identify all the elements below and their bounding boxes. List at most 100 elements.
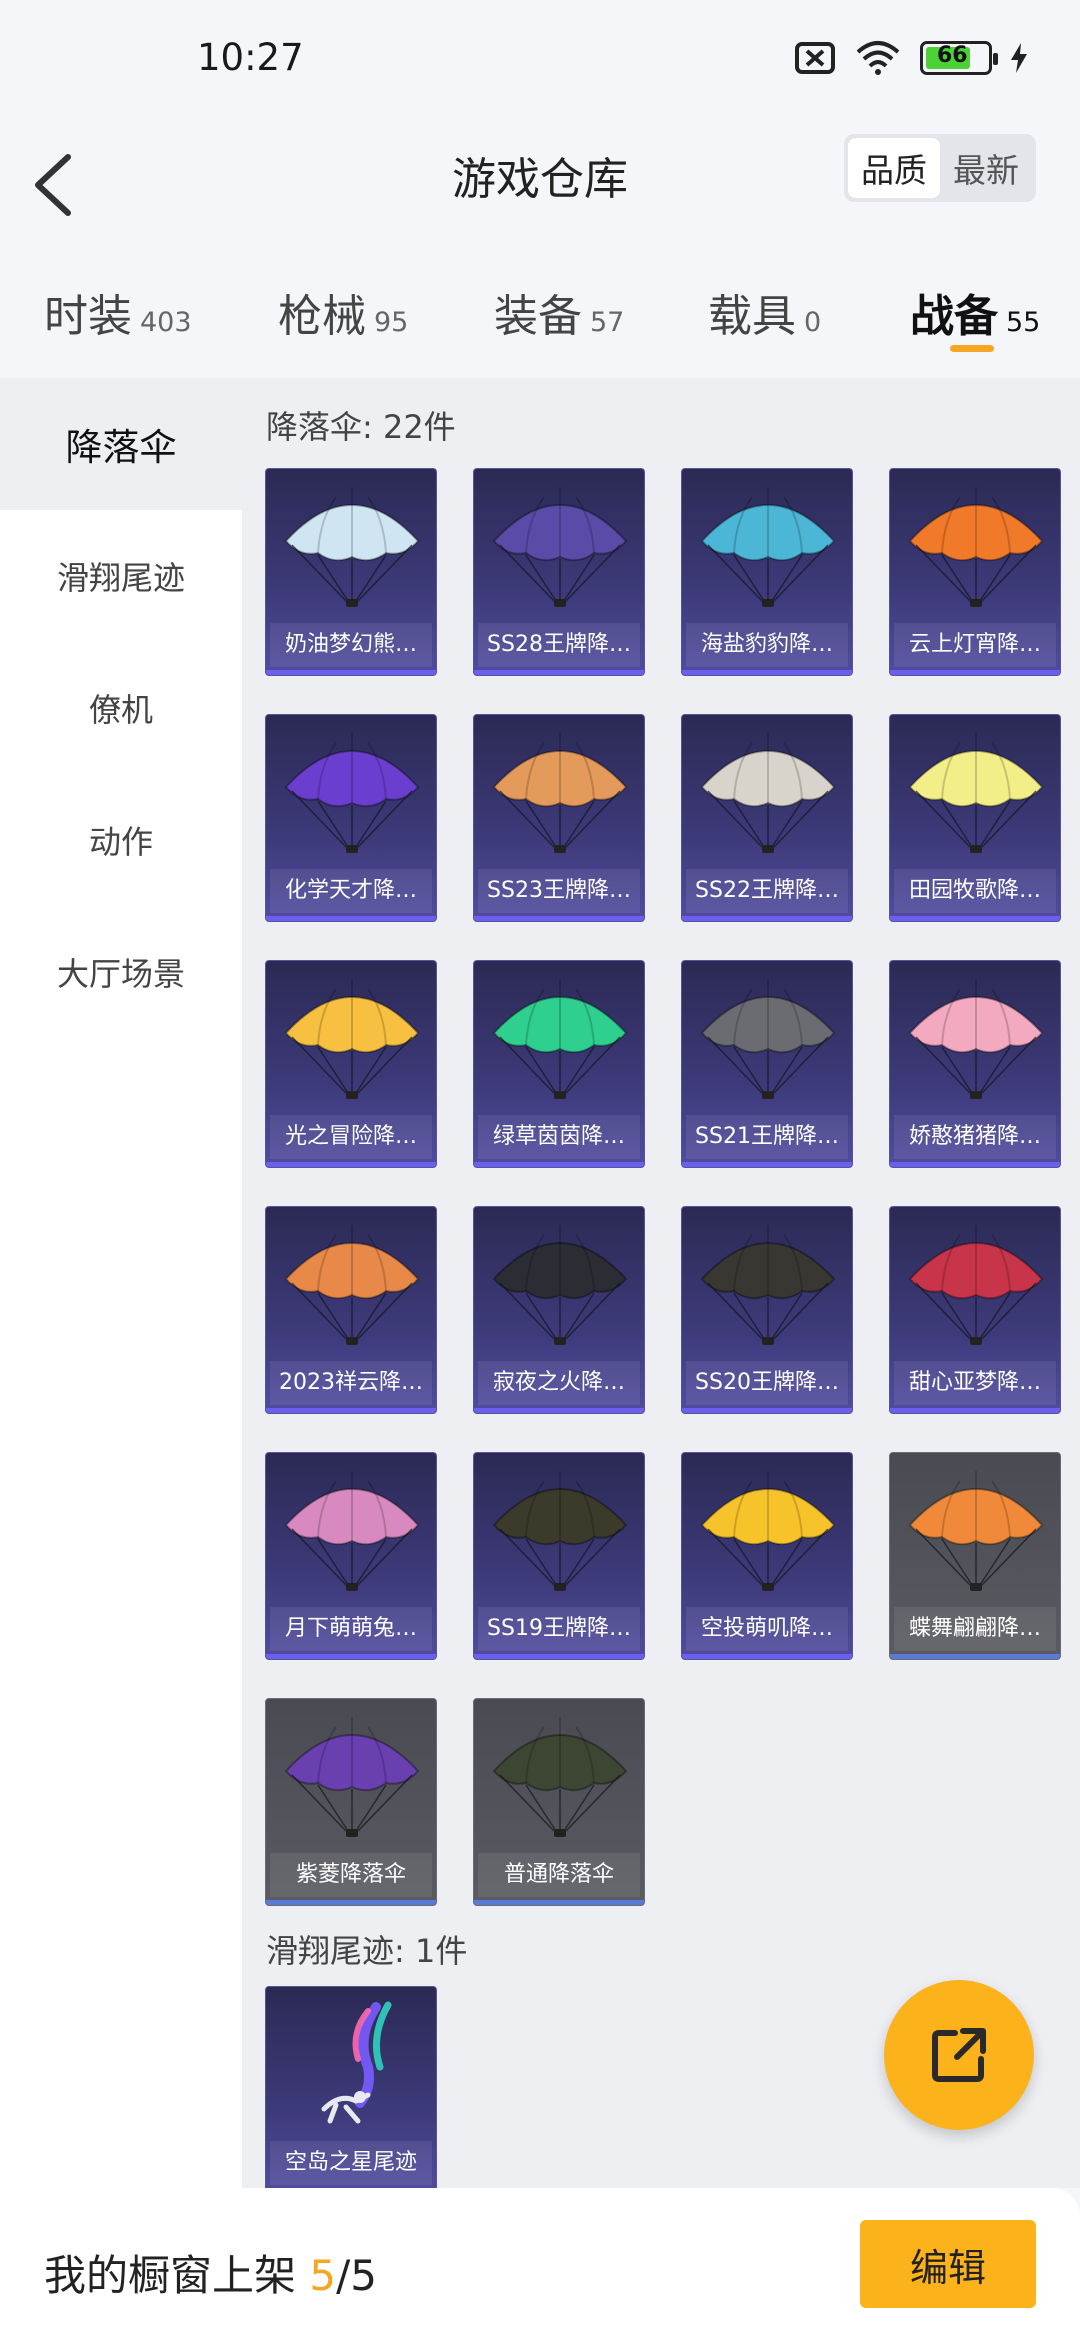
sidebar-item-parachute[interactable]: 降落伞	[0, 378, 242, 510]
share-external-icon	[932, 2028, 986, 2082]
item-name: 奶油梦幻熊…	[270, 623, 432, 667]
item-name: SS20王牌降…	[686, 1361, 848, 1405]
sort-newest-button[interactable]: 最新	[940, 138, 1032, 198]
parachute-icon	[284, 1225, 420, 1345]
tab-vehicles[interactable]: 载具 0	[708, 280, 821, 344]
parachute-icon	[492, 1225, 628, 1345]
item-card[interactable]: SS23王牌降…	[473, 714, 645, 922]
item-name: 化学天才降…	[270, 869, 432, 913]
item-name: 紫菱降落伞	[270, 1853, 432, 1897]
item-card[interactable]: 普通降落伞	[473, 1698, 645, 1906]
item-card[interactable]: 空投萌叽降…	[681, 1452, 853, 1660]
item-name: 空投萌叽降…	[686, 1607, 848, 1651]
tab-label: 时装	[44, 291, 132, 342]
item-name: 寂夜之火降…	[478, 1361, 640, 1405]
parachute-icon	[700, 979, 836, 1099]
item-card[interactable]: 蝶舞翩翩降…	[889, 1452, 1061, 1660]
tab-label: 战备	[910, 291, 998, 342]
item-card[interactable]: 娇憨猪猪降…	[889, 960, 1061, 1168]
parachute-icon	[492, 487, 628, 607]
parachute-icon	[700, 733, 836, 853]
tab-equipment[interactable]: 装备 57	[494, 280, 624, 344]
item-card[interactable]: 化学天才降…	[265, 714, 437, 922]
item-name: 甜心亚梦降…	[894, 1361, 1056, 1405]
item-grid-area: 降落伞: 22件 滑翔尾迹: 1件 奶油梦幻熊… SS28王牌降… 海盐豹豹降… 云上…	[242, 378, 1080, 2188]
item-card[interactable]: 空岛之星尾迹	[265, 1986, 437, 2188]
bolt-icon	[1011, 43, 1027, 73]
item-card[interactable]: SS22王牌降…	[681, 714, 853, 922]
item-card[interactable]: 田园牧歌降…	[889, 714, 1061, 922]
item-card[interactable]: 海盐豹豹降…	[681, 468, 853, 676]
item-card[interactable]: 寂夜之火降…	[473, 1206, 645, 1414]
parachute-icon	[908, 1471, 1044, 1591]
parachute-icon	[284, 1717, 420, 1837]
tab-weapons[interactable]: 枪械 95	[278, 280, 408, 344]
showcase-label: 我的橱窗上架 5/5	[44, 2242, 377, 2303]
parachute-icon	[700, 1471, 836, 1591]
wifi-icon	[856, 41, 900, 75]
parachute-icon	[492, 733, 628, 853]
item-card[interactable]: 云上灯宵降…	[889, 468, 1061, 676]
tab-combat-gear[interactable]: 战备 55	[910, 280, 1040, 344]
item-name: 普通降落伞	[478, 1853, 640, 1897]
item-card[interactable]: 绿草茵茵降…	[473, 960, 645, 1168]
battery-icon: 66	[920, 41, 998, 75]
tab-count: 403	[140, 307, 192, 338]
item-name: 2023祥云降…	[270, 1361, 432, 1405]
parachute-icon	[284, 979, 420, 1099]
status-bar: 10:27 66	[0, 0, 1080, 120]
item-card[interactable]: 奶油梦幻熊…	[265, 468, 437, 676]
tab-count: 57	[590, 307, 625, 338]
showcase-text: 我的橱窗上架	[44, 2251, 310, 2300]
no-sim-icon	[795, 42, 835, 74]
sidebar-item-lobby-scene[interactable]: 大厅场景	[0, 906, 242, 1038]
category-tabs: 时装 403 枪械 95 装备 57 载具 0 战备 55	[0, 260, 1080, 370]
active-tab-indicator	[950, 345, 994, 352]
item-card[interactable]: 月下萌萌兔…	[265, 1452, 437, 1660]
item-card[interactable]: SS19王牌降…	[473, 1452, 645, 1660]
item-name: 云上灯宵降…	[894, 623, 1056, 667]
parachute-icon	[908, 733, 1044, 853]
sidebar-item-glide-trail[interactable]: 滑翔尾迹	[0, 510, 242, 642]
section-title-glide-trail: 滑翔尾迹: 1件	[266, 1932, 468, 1970]
item-name: SS23王牌降…	[478, 869, 640, 913]
item-card[interactable]: 紫菱降落伞	[265, 1698, 437, 1906]
item-card[interactable]: 光之冒险降…	[265, 960, 437, 1168]
item-name: 绿草茵茵降…	[478, 1115, 640, 1159]
item-name: 月下萌萌兔…	[270, 1607, 432, 1651]
parachute-icon	[492, 979, 628, 1099]
parachute-icon	[492, 1717, 628, 1837]
showcase-bar: 我的橱窗上架 5/5 编辑	[0, 2188, 1080, 2340]
item-card[interactable]: 2023祥云降…	[265, 1206, 437, 1414]
tab-count: 55	[1006, 307, 1041, 338]
tab-label: 载具	[708, 291, 796, 342]
item-name: 田园牧歌降…	[894, 869, 1056, 913]
parachute-icon	[284, 733, 420, 853]
sidebar-item-wingman[interactable]: 僚机	[0, 642, 242, 774]
sort-toggle: 品质 最新	[844, 134, 1036, 202]
showcase-current: 5	[309, 2251, 337, 2300]
status-icons: 66	[794, 40, 1028, 76]
item-name: SS19王牌降…	[478, 1607, 640, 1651]
sort-quality-button[interactable]: 品质	[848, 138, 940, 198]
parachute-icon	[284, 487, 420, 607]
tab-fashion[interactable]: 时装 403	[44, 280, 192, 344]
battery-level: 66	[937, 43, 968, 68]
tab-label: 装备	[494, 291, 582, 342]
item-card[interactable]: SS28王牌降…	[473, 468, 645, 676]
item-name: 空岛之星尾迹	[270, 2141, 432, 2185]
item-card[interactable]: SS21王牌降…	[681, 960, 853, 1168]
item-card[interactable]: 甜心亚梦降…	[889, 1206, 1061, 1414]
item-name: 蝶舞翩翩降…	[894, 1607, 1056, 1651]
item-name: 海盐豹豹降…	[686, 623, 848, 667]
edit-button[interactable]: 编辑	[860, 2220, 1036, 2308]
tab-count: 0	[804, 307, 822, 338]
tab-count: 95	[374, 307, 409, 338]
item-card[interactable]: SS20王牌降…	[681, 1206, 853, 1414]
status-time: 10:27	[197, 36, 304, 79]
sidebar-item-emote[interactable]: 动作	[0, 774, 242, 906]
parachute-icon	[908, 979, 1044, 1099]
tab-label: 枪械	[278, 291, 366, 342]
share-button[interactable]	[884, 1980, 1034, 2130]
parachute-icon	[284, 1471, 420, 1591]
